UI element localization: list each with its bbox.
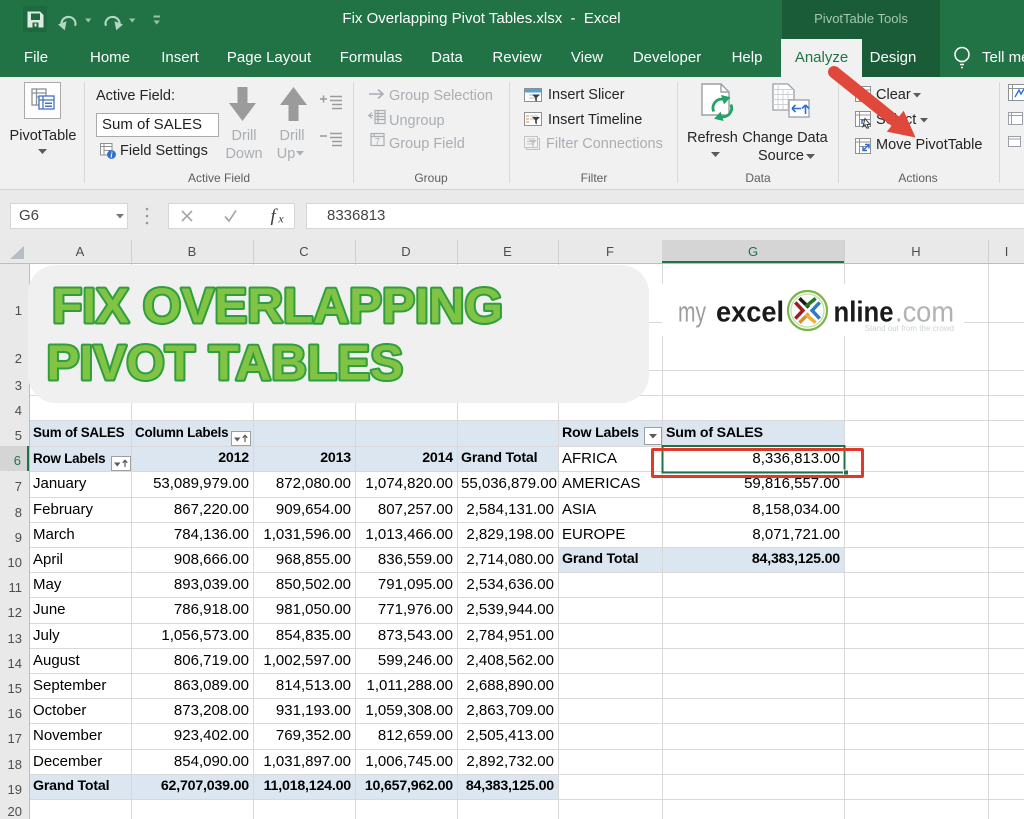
svg-text:f: f: [270, 208, 278, 225]
svg-text:my: my: [678, 297, 706, 329]
svg-text:Stand out from the crowd: Stand out from the crowd: [865, 324, 954, 333]
svg-text:x: x: [277, 212, 284, 226]
svg-text:PIVOT TABLES: PIVOT TABLES: [47, 336, 404, 391]
svg-text:excel: excel: [716, 297, 784, 329]
svg-text:FIX OVERLAPPING: FIX OVERLAPPING: [52, 279, 503, 334]
svg-text:7: 7: [375, 137, 380, 147]
